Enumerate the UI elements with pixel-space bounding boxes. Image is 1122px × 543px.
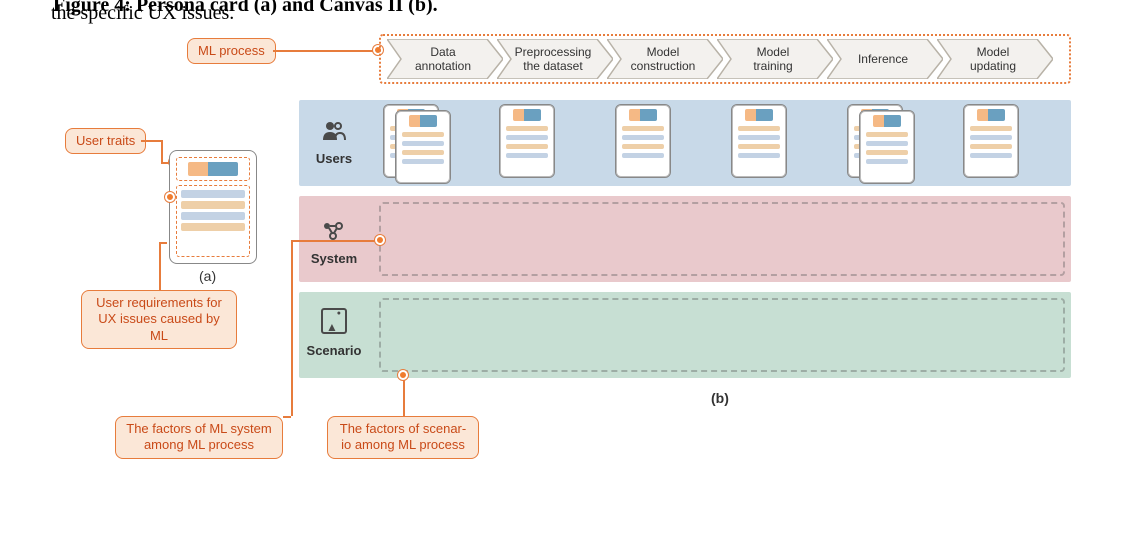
band-scenario [299, 292, 1071, 378]
figure-caption: Figure 4: Persona card (a) and Canvas II… [53, 0, 438, 17]
stage-4: Inference [827, 39, 943, 79]
users-cards-row [383, 98, 1067, 190]
users-icon [299, 120, 369, 149]
scenario-icon [299, 308, 369, 341]
system-icon [299, 220, 369, 249]
badge-user-traits: User traits [65, 128, 146, 154]
card-slot-3 [731, 104, 801, 184]
stage-3: Modeltraining [717, 39, 833, 79]
card-slot-2 [615, 104, 685, 184]
card-slot-1 [499, 104, 569, 184]
card-slot-0 [383, 104, 453, 184]
dot-system-factors [375, 235, 385, 245]
rowlabel-scenario: Scenario [299, 308, 369, 358]
rowlabel-system: System [299, 220, 369, 266]
stage-1: Preprocessingthe dataset [497, 39, 613, 79]
card-slot-5 [963, 104, 1033, 184]
dot-scenario-factors [398, 370, 408, 380]
badge-scenario-factors: The factors of scenar- io among ML proce… [327, 416, 479, 459]
ml-pipeline: DataannotationPreprocessingthe datasetMo… [379, 34, 1071, 84]
badge-user-req: User requirements for UX issues caused b… [81, 290, 237, 349]
badge-system-factors: The factors of ML system among ML proces… [115, 416, 283, 459]
card-slot-4 [847, 104, 917, 184]
rowlabel-users: Users [299, 120, 369, 166]
persona-card-a [169, 150, 257, 264]
stage-5: Modelupdating [937, 39, 1053, 79]
stage-2: Modelconstruction [607, 39, 723, 79]
label-a: (a) [199, 268, 216, 284]
badge-ml-process: ML process [187, 38, 276, 64]
band-system [299, 196, 1071, 282]
label-b: (b) [711, 390, 729, 406]
stage-0: Dataannotation [387, 39, 503, 79]
